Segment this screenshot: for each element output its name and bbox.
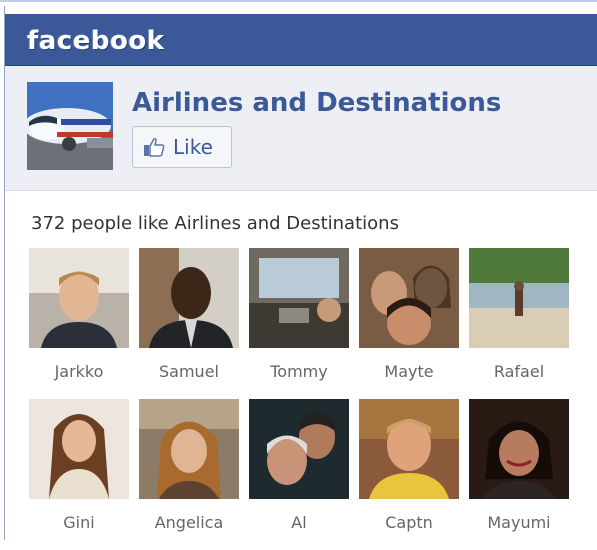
like-button[interactable]: Like [132,126,232,168]
fan-name[interactable]: Al [291,513,306,532]
fan-row: Jarkko Samuel Tommy Mayte Rafael [29,248,589,381]
avatar[interactable] [29,248,129,348]
fan-name[interactable]: Jarkko [55,362,104,381]
page-profile-picture[interactable] [27,82,113,170]
fan-name[interactable]: Captn [385,513,433,532]
avatar[interactable] [359,399,459,499]
thumbs-up-icon [144,138,165,157]
facebook-header: facebook [5,14,597,66]
fan-name[interactable]: Samuel [159,362,219,381]
fan-item[interactable]: Mayte [359,248,459,381]
avatar[interactable] [29,399,129,499]
avatar[interactable] [469,248,569,348]
fan-item[interactable]: Gini [29,399,129,532]
fan-item[interactable]: Samuel [139,248,239,381]
fan-item[interactable]: Angelica [139,399,239,532]
fan-item[interactable]: Jarkko [29,248,129,381]
like-box-widget: facebook Airlines and Destinations Like [4,6,597,540]
fan-name[interactable]: Mayte [384,362,433,381]
facebook-logo[interactable]: facebook [27,26,165,56]
avatar[interactable] [249,399,349,499]
fan-item[interactable]: Tommy [249,248,349,381]
fan-item[interactable]: Rafael [469,248,569,381]
fan-item[interactable]: Al [249,399,349,532]
avatar[interactable] [249,248,349,348]
fan-name[interactable]: Gini [63,513,94,532]
fan-row: Gini Angelica Al Captn Mayumi [29,399,589,532]
avatar[interactable] [139,399,239,499]
page-title[interactable]: Airlines and Destinations [132,88,501,118]
page-connect-section: Airlines and Destinations Like [5,66,597,191]
fan-count-text: 372 people like Airlines and Destination… [31,213,399,234]
fan-grid: Jarkko Samuel Tommy Mayte Rafael Gini An… [29,248,589,550]
fan-name[interactable]: Rafael [494,362,544,381]
avatar[interactable] [469,399,569,499]
fan-item[interactable]: Captn [359,399,459,532]
fan-name[interactable]: Mayumi [487,513,550,532]
fan-item[interactable]: Mayumi [469,399,569,532]
avatar[interactable] [359,248,459,348]
airplane-image [27,82,113,170]
fan-name[interactable]: Angelica [155,513,224,532]
fan-name[interactable]: Tommy [270,362,327,381]
avatar[interactable] [139,248,239,348]
like-button-label: Like [173,135,213,159]
